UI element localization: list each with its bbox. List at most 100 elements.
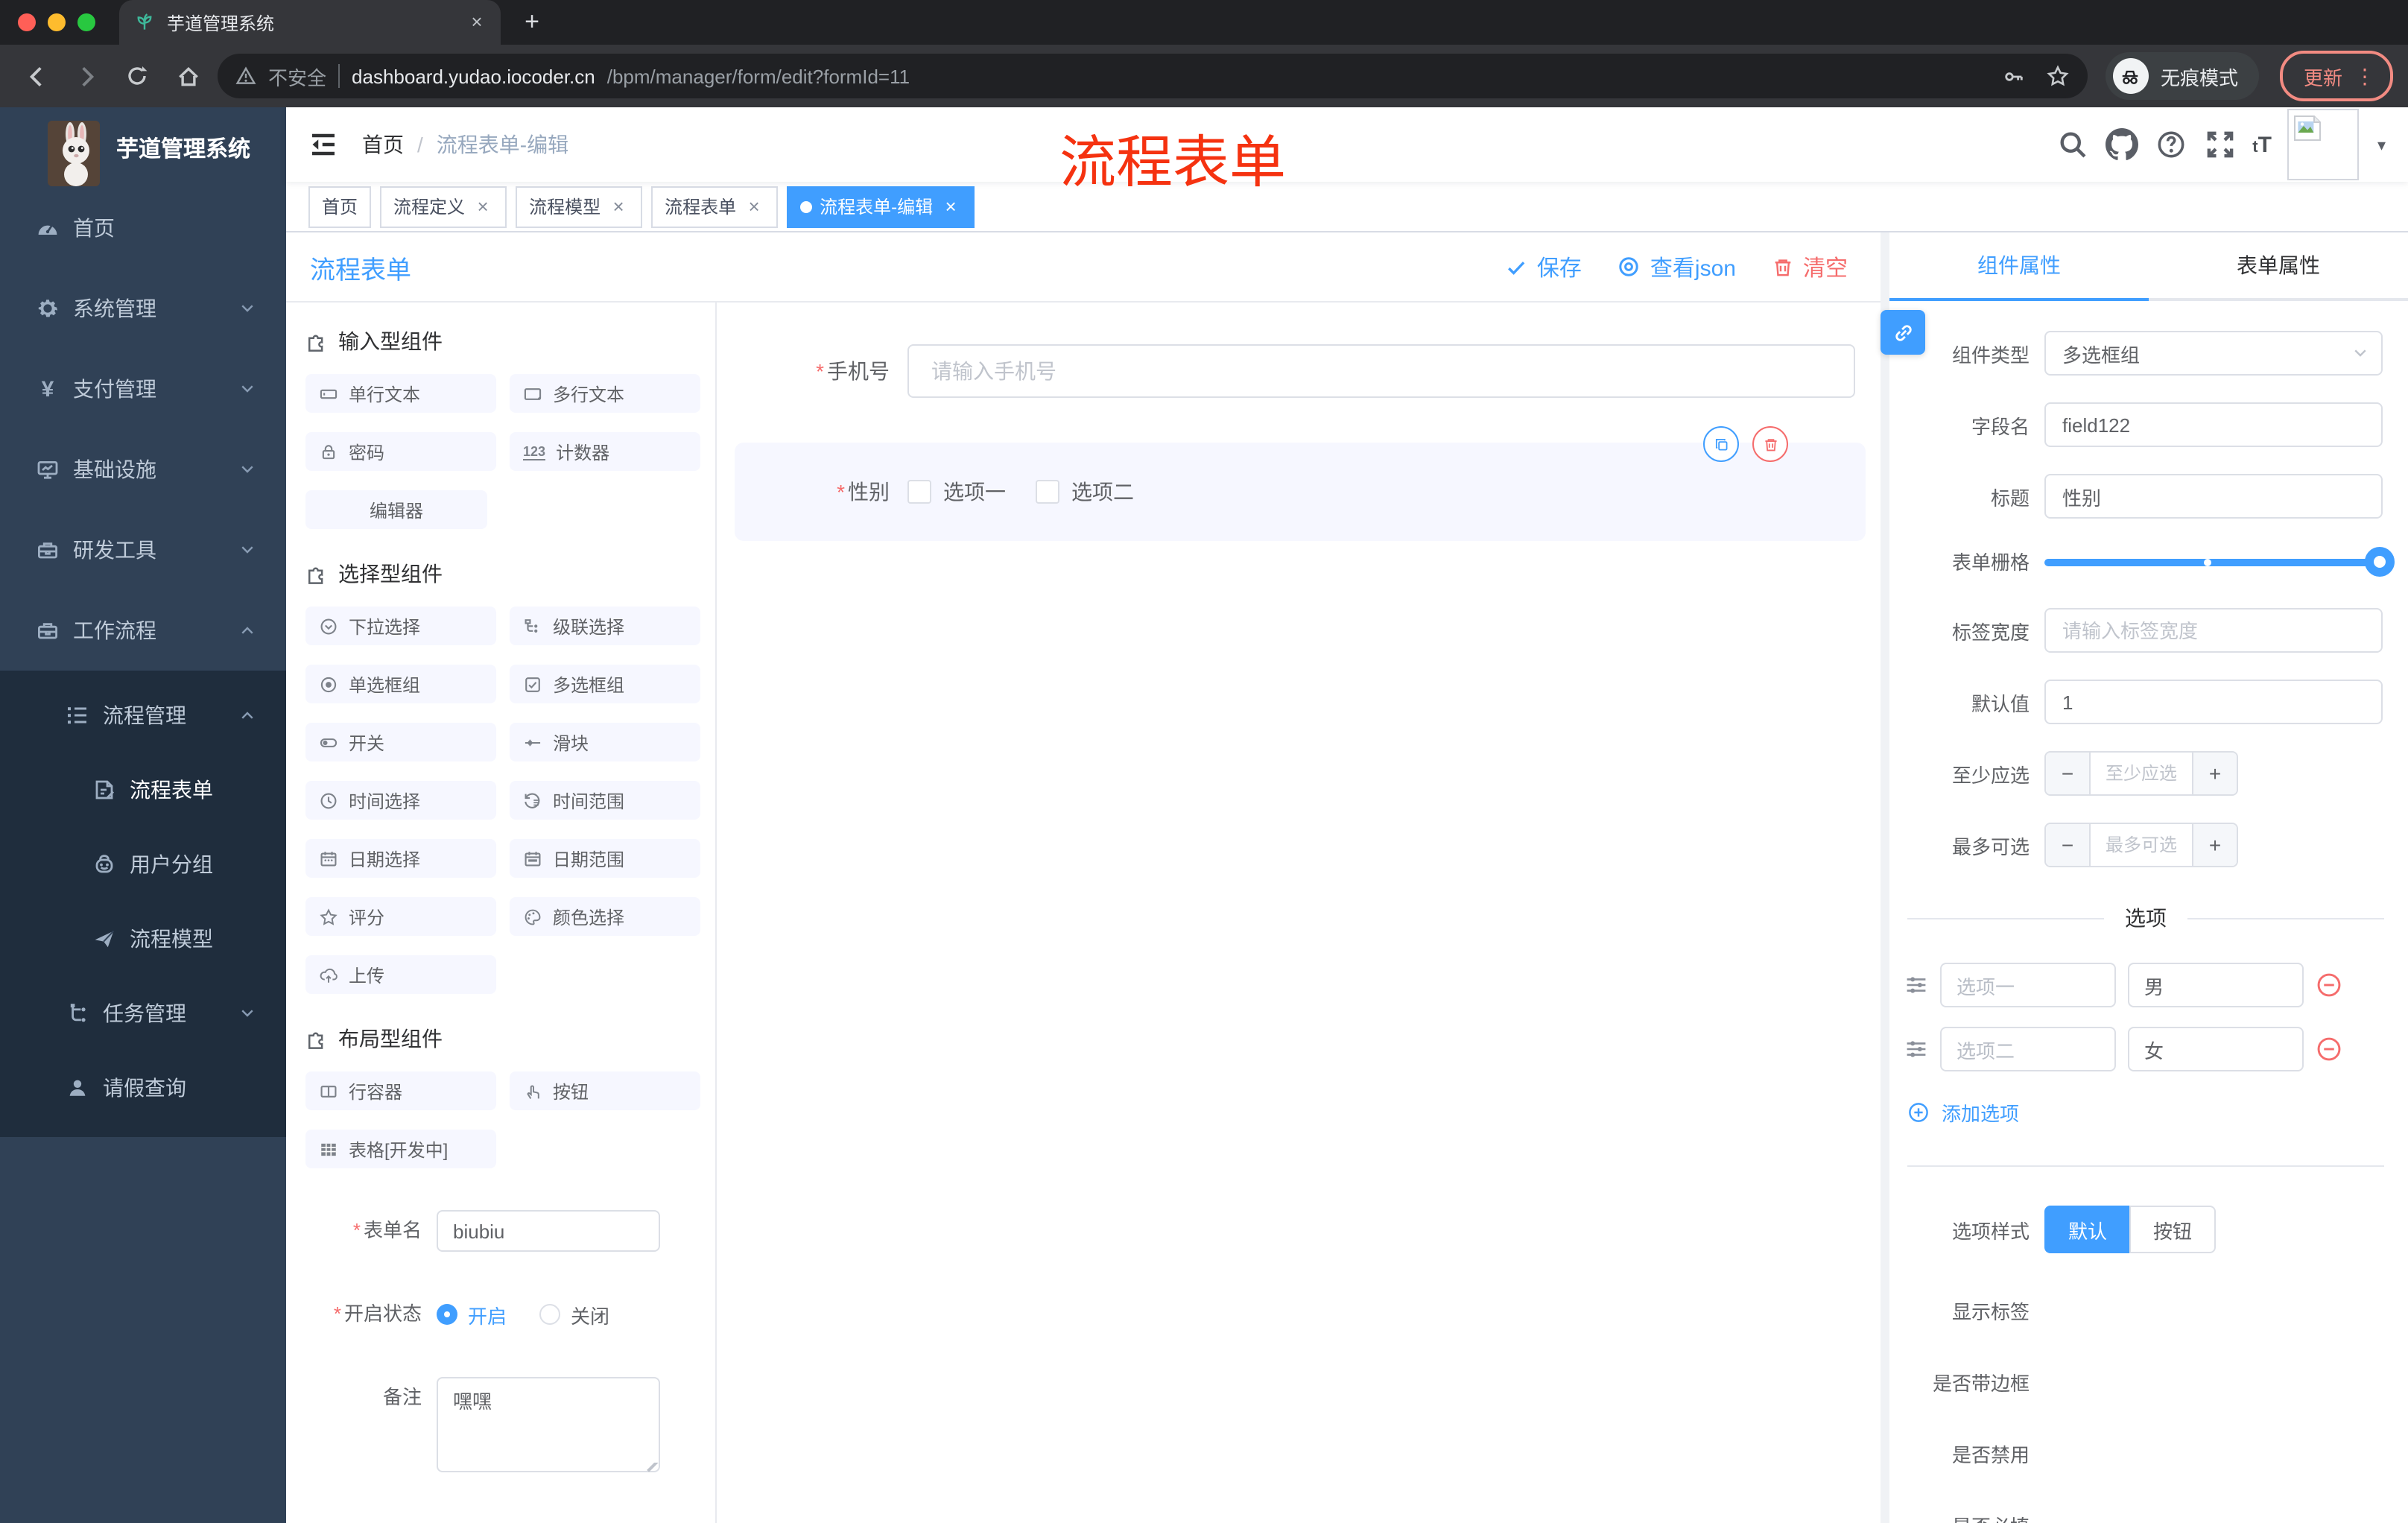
home-icon[interactable] xyxy=(167,55,209,97)
tag-home[interactable]: 首页 xyxy=(308,186,372,227)
window-close-button[interactable] xyxy=(18,13,36,31)
gender-option2-label[interactable]: 选项二 xyxy=(1071,477,1134,507)
comp-row-container[interactable]: 行容器 xyxy=(305,1071,496,1110)
comp-cascader[interactable]: 级联选择 xyxy=(510,607,700,645)
delete-component-button[interactable] xyxy=(1752,426,1788,462)
window-minimize-button[interactable] xyxy=(48,13,66,31)
option1-label-input[interactable] xyxy=(1940,963,2116,1007)
option2-label-input[interactable] xyxy=(1940,1027,2116,1071)
browser-menu-icon[interactable]: ⋮ xyxy=(2354,63,2375,89)
sidebar-collapse-icon[interactable] xyxy=(308,130,338,159)
sidebar-logo[interactable]: 芋道管理系统 xyxy=(0,107,286,188)
stepper-plus-button[interactable]: + xyxy=(2192,753,2237,794)
remove-option-icon[interactable] xyxy=(2316,1036,2342,1063)
canvas-field-gender-selected[interactable]: * 性别 选项一 选项二 xyxy=(735,426,1866,541)
max-select-input[interactable] xyxy=(2091,824,2192,866)
tag-close-icon[interactable]: × xyxy=(744,195,764,218)
comp-color-picker[interactable]: 颜色选择 xyxy=(510,897,700,936)
comp-single-line-text[interactable]: 单行文本 xyxy=(305,374,496,413)
comp-editor[interactable]: 编辑器 xyxy=(305,490,487,529)
drag-handle-icon[interactable] xyxy=(1904,1037,1928,1061)
view-json-button[interactable]: 查看json xyxy=(1618,251,1736,282)
new-tab-button[interactable]: + xyxy=(513,3,551,42)
component-type-select[interactable]: 多选框组 xyxy=(2044,331,2383,376)
style-button-button[interactable]: 按钮 xyxy=(2129,1206,2217,1253)
slider-track[interactable] xyxy=(2044,559,2383,566)
field-name-input[interactable] xyxy=(2044,402,2383,447)
sidebar-item-user-group[interactable]: 用户分组 xyxy=(0,827,286,902)
sidebar-item-infra[interactable]: 基础设施 xyxy=(0,429,286,510)
comp-table[interactable]: 表格[开发中] xyxy=(305,1130,496,1168)
forward-icon[interactable] xyxy=(66,55,107,97)
browser-tab[interactable]: 芋道管理系统 × xyxy=(119,0,501,45)
save-button[interactable]: 保存 xyxy=(1506,251,1582,282)
sidebar-item-process-mgmt[interactable]: 流程管理 xyxy=(0,678,286,753)
min-select-input[interactable] xyxy=(2091,753,2192,794)
sidebar-item-devtools[interactable]: 研发工具 xyxy=(0,510,286,590)
gender-option2-checkbox[interactable] xyxy=(1036,480,1059,504)
status-off-radio[interactable]: 关闭 xyxy=(539,1300,609,1329)
add-option-button[interactable]: 添加选项 xyxy=(1907,1098,2408,1127)
sidebar-item-system[interactable]: 系统管理 xyxy=(0,268,286,349)
sidebar-item-task-mgmt[interactable]: 任务管理 xyxy=(0,976,286,1051)
comp-password[interactable]: 密码 xyxy=(305,432,496,471)
sidebar-item-process-form[interactable]: 流程表单 xyxy=(0,753,286,827)
comp-counter[interactable]: 123 计数器 xyxy=(510,432,700,471)
gender-option1-checkbox[interactable] xyxy=(907,480,931,504)
comp-rate[interactable]: 评分 xyxy=(305,897,496,936)
data-bind-link-button[interactable] xyxy=(1881,310,1925,355)
title-input[interactable] xyxy=(2044,474,2383,519)
sidebar-item-home[interactable]: 首页 xyxy=(0,188,286,268)
github-icon[interactable] xyxy=(2105,128,2138,161)
comp-upload[interactable]: 上传 xyxy=(305,955,496,994)
sidebar-item-payment[interactable]: ¥ 支付管理 xyxy=(0,349,286,429)
tag-close-icon[interactable]: × xyxy=(608,195,629,218)
reload-icon[interactable] xyxy=(116,55,158,97)
comp-time-range[interactable]: 时间范围 xyxy=(510,781,700,820)
copy-component-button[interactable] xyxy=(1703,426,1739,462)
default-value-input[interactable] xyxy=(2044,680,2383,724)
comp-date-picker[interactable]: 日期选择 xyxy=(305,839,496,878)
tag-process-form-edit[interactable]: 流程表单-编辑 × xyxy=(787,186,975,227)
window-controls[interactable] xyxy=(18,13,95,31)
form-grid-slider[interactable] xyxy=(2044,547,2395,577)
bookmark-star-icon[interactable] xyxy=(2046,64,2070,88)
help-icon[interactable] xyxy=(2154,128,2187,161)
status-on-radio[interactable]: 开启 xyxy=(437,1300,507,1329)
option1-value-input[interactable] xyxy=(2128,963,2304,1007)
avatar[interactable] xyxy=(2287,109,2360,180)
breadcrumb-home[interactable]: 首页 xyxy=(362,130,404,159)
tag-process-form[interactable]: 流程表单 × xyxy=(651,186,779,227)
fullscreen-icon[interactable] xyxy=(2203,128,2236,161)
search-icon[interactable] xyxy=(2056,128,2088,161)
tab-component-props[interactable]: 组件属性 xyxy=(1889,232,2149,301)
tag-close-icon[interactable]: × xyxy=(472,195,493,218)
avatar-caret-icon[interactable]: ▾ xyxy=(2377,135,2386,154)
form-name-input[interactable] xyxy=(437,1210,660,1252)
tag-close-icon[interactable]: × xyxy=(940,195,961,218)
sidebar-item-leave-query[interactable]: 请假查询 xyxy=(0,1051,286,1125)
comp-radio-group[interactable]: 单选框组 xyxy=(305,665,496,703)
option2-value-input[interactable] xyxy=(2128,1027,2304,1071)
drag-handle-icon[interactable] xyxy=(1904,973,1928,997)
slider-thumb[interactable] xyxy=(2365,547,2395,577)
sidebar-item-process-model[interactable]: 流程模型 xyxy=(0,902,286,976)
comp-multi-line-text[interactable]: 多行文本 xyxy=(510,374,700,413)
phone-input[interactable] xyxy=(907,344,1855,398)
form-remark-textarea[interactable]: 嘿嘿 xyxy=(437,1377,660,1472)
window-zoom-button[interactable] xyxy=(77,13,95,31)
canvas-field-phone[interactable]: * 手机号 xyxy=(735,344,1866,398)
sidebar-item-workflow[interactable]: 工作流程 xyxy=(0,590,286,671)
comp-checkbox-group[interactable]: 多选框组 xyxy=(510,665,700,703)
font-size-icon[interactable]: tT xyxy=(2252,132,2272,157)
label-width-input[interactable] xyxy=(2044,608,2383,653)
tab-close-icon[interactable]: × xyxy=(465,10,489,34)
stepper-minus-button[interactable]: − xyxy=(2046,824,2091,866)
stepper-minus-button[interactable]: − xyxy=(2046,753,2091,794)
comp-switch[interactable]: 开关 xyxy=(305,723,496,762)
address-bar[interactable]: 不安全 dashboard.yudao.iocoder.cn /bpm/mana… xyxy=(218,54,2088,98)
comp-slider[interactable]: 滑块 xyxy=(510,723,700,762)
comp-time-picker[interactable]: 时间选择 xyxy=(305,781,496,820)
password-key-icon[interactable] xyxy=(2003,65,2025,87)
comp-date-range[interactable]: 日期范围 xyxy=(510,839,700,878)
